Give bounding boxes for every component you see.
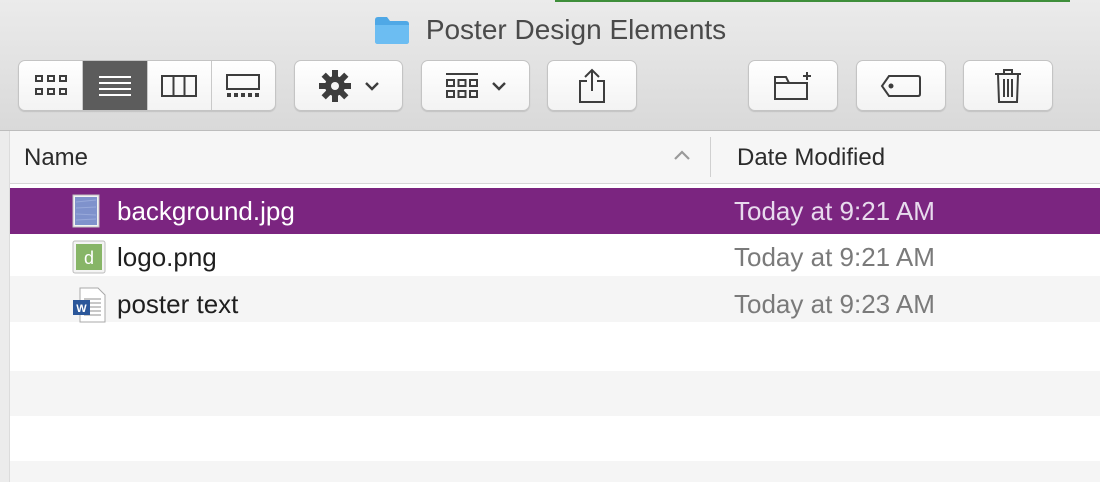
file-list: background.jpg Today at 9:21 AM d logo.p…	[10, 184, 1100, 482]
share-button[interactable]	[547, 60, 637, 111]
gallery-view-icon	[226, 73, 261, 97]
image-file-icon	[72, 194, 100, 228]
file-row[interactable]: d logo.png Today at 9:21 AM	[10, 234, 1100, 280]
icon-view-icon	[34, 74, 67, 95]
icon-view-button[interactable]	[19, 61, 84, 110]
file-date-modified: Today at 9:21 AM	[734, 242, 935, 272]
trash-button[interactable]	[963, 60, 1053, 111]
date-modified-column-header[interactable]: Date Modified	[737, 144, 885, 172]
action-menu-button[interactable]	[294, 60, 403, 111]
finder-toolbar: Poster Design Elements	[0, 0, 1100, 131]
group-by-menu-button[interactable]	[421, 60, 530, 111]
file-date-modified: Today at 9:21 AM	[734, 196, 935, 226]
name-column-header[interactable]: Name	[24, 144, 88, 172]
stripe-row	[10, 461, 1100, 482]
tag-icon	[880, 74, 921, 97]
list-header: Name Date Modified	[10, 131, 1100, 184]
gallery-view-button[interactable]	[212, 61, 275, 110]
new-folder-icon	[774, 71, 811, 100]
chevron-down-icon	[364, 81, 379, 91]
accent-strip	[555, 0, 1070, 2]
view-mode-control	[18, 60, 276, 111]
sort-ascending-icon[interactable]	[673, 150, 691, 161]
window-title-bar: Poster Design Elements	[0, 8, 1100, 52]
column-view-button[interactable]	[148, 61, 212, 110]
file-row[interactable]: background.jpg Today at 9:21 AM	[10, 188, 1100, 234]
svg-text:d: d	[84, 248, 94, 268]
share-icon	[579, 68, 605, 103]
file-name: logo.png	[117, 242, 217, 272]
group-grid-icon	[445, 72, 478, 98]
gear-icon	[318, 69, 351, 102]
file-row[interactable]: W poster text Today at 9:23 AM	[10, 281, 1100, 327]
list-view-icon	[98, 75, 131, 96]
png-file-icon: d	[72, 240, 106, 274]
new-folder-button[interactable]	[748, 60, 838, 111]
column-divider[interactable]	[710, 137, 711, 177]
sidebar-edge	[0, 131, 10, 482]
trash-icon	[995, 68, 1021, 103]
chevron-down-icon	[491, 81, 506, 91]
list-view-button[interactable]	[83, 61, 148, 110]
file-name: poster text	[117, 289, 239, 319]
tag-button[interactable]	[856, 60, 946, 111]
file-name: background.jpg	[117, 196, 295, 226]
column-view-icon	[161, 74, 198, 97]
window-title: Poster Design Elements	[425, 14, 727, 45]
svg-text:W: W	[76, 303, 87, 315]
stripe-row	[10, 371, 1100, 416]
file-date-modified: Today at 9:23 AM	[734, 289, 935, 319]
folder-icon	[374, 17, 409, 44]
word-document-icon: W	[73, 287, 106, 323]
